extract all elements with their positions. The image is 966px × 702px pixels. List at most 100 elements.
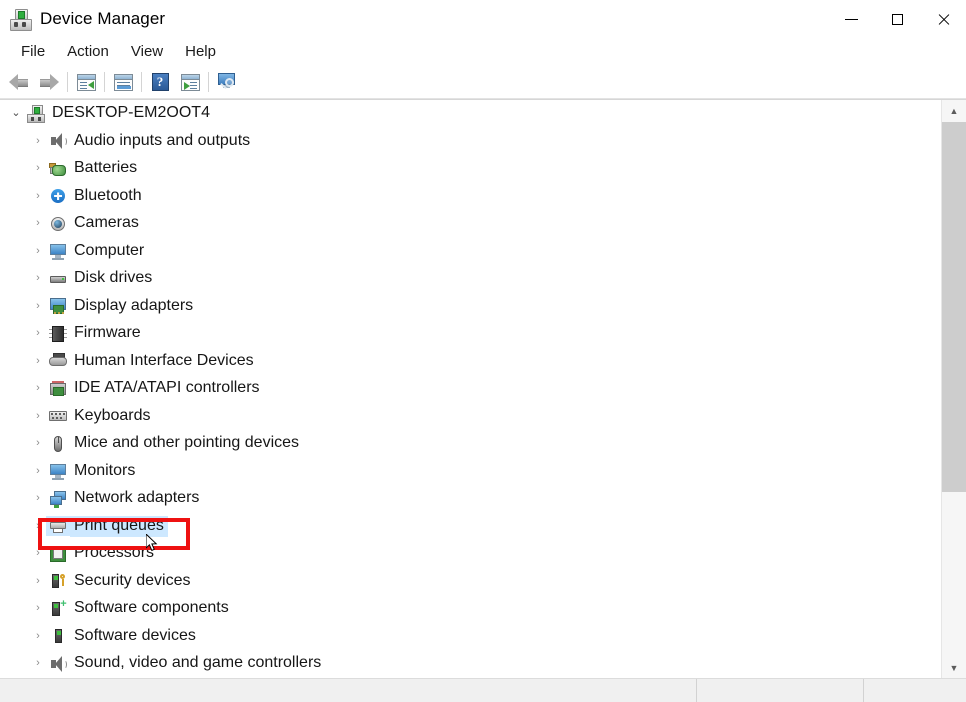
back-button[interactable] [4,68,34,96]
tree-item-security-devices[interactable]: › Security devices [0,568,941,596]
tree-item-print-queues[interactable]: › Print queues [0,513,941,541]
menu-item-file[interactable]: File [10,41,56,63]
chevron-right-icon[interactable]: › [30,438,46,449]
tree-item-bluetooth[interactable]: › 🞦 Bluetooth [0,183,941,211]
chevron-right-icon[interactable]: › [30,603,46,614]
software-component-icon: + [46,598,70,619]
tree-item-cameras[interactable]: › Cameras [0,210,941,238]
tree-item-disk-drives[interactable]: › Disk drives [0,265,941,293]
tree-item-processors[interactable]: › Processors [0,540,941,568]
keyboard-icon [46,406,70,426]
minimize-button[interactable] [828,0,874,38]
chevron-right-icon[interactable]: › [30,630,46,642]
tree-item-human-interface-devices[interactable]: › Human Interface Devices [0,348,941,376]
chevron-right-icon[interactable]: › [30,658,46,669]
tree-item-monitors[interactable]: › Monitors [0,458,941,486]
device-manager-icon [9,8,32,31]
tree-item-audio-inputs-and-outputs[interactable]: › Audio inputs and outputs [0,128,941,156]
device-tree[interactable]: ⌄ DESKTOP-EM2OOT4 › Audio inputs and out… [0,100,941,678]
monitor-icon [46,241,70,261]
status-pane-1 [0,679,696,702]
chevron-right-icon[interactable]: › [30,355,46,367]
scrollbar-thumb[interactable] [942,122,966,492]
chevron-right-icon[interactable]: › [30,328,46,339]
network-adapter-icon [46,489,70,509]
tree-item-ide-ata-atapi-controllers[interactable]: › IDE ATA/ATAPI controllers [0,375,941,403]
chevron-down-icon: ▼ [949,663,959,673]
firmware-chip-icon [46,324,70,344]
hid-icon [46,351,70,371]
scroll-up-button[interactable]: ▲ [942,100,966,122]
chevron-right-icon[interactable]: › [30,163,46,174]
maximize-button[interactable] [874,0,920,38]
help-button[interactable]: ? [145,68,175,96]
tree-item-software-devices[interactable]: › Software devices [0,623,941,651]
tree-item-label: Cameras [74,214,139,232]
battery-icon [46,159,70,179]
display-adapter-icon [46,296,70,316]
title-bar: Device Manager [0,0,966,38]
toolbar-separator [141,72,142,92]
properties-button[interactable] [108,68,138,96]
camera-icon [46,214,70,234]
vertical-scrollbar[interactable]: ▲ ▼ [941,100,966,678]
tree-item-label: DESKTOP-EM2OOT4 [52,104,210,122]
tree-item-label: Software components [74,599,229,617]
tree-item-software-components[interactable]: › + Software components [0,595,941,623]
window-controls [828,0,966,38]
tree-item-firmware[interactable]: › Firmware [0,320,941,348]
monitor-icon [46,461,70,481]
show-hide-console-tree-button[interactable] [71,68,101,96]
device-tree-panel: ⌄ DESKTOP-EM2OOT4 › Audio inputs and out… [0,99,966,678]
toolbar-separator [104,72,105,92]
chevron-right-icon[interactable]: › [30,465,46,477]
status-pane-2 [696,679,863,702]
tree-item-label: Disk drives [74,269,153,287]
tree-item-root-computer[interactable]: ⌄ DESKTOP-EM2OOT4 [0,100,941,128]
chevron-right-icon[interactable]: › [30,493,46,504]
chevron-right-icon[interactable]: › [30,273,46,284]
chevron-right-icon[interactable]: › [30,575,46,587]
chevron-up-icon: ▲ [949,106,959,116]
toolbar: ? [0,66,966,99]
chevron-right-icon[interactable]: › [30,300,46,312]
chevron-right-icon[interactable]: › [30,135,46,147]
chevron-right-icon[interactable]: › [30,548,46,559]
tree-item-label: Security devices [74,571,191,589]
scan-for-hardware-changes-button[interactable] [212,68,242,96]
forward-button[interactable] [34,68,64,96]
chevron-right-icon[interactable]: › [30,520,46,532]
tree-item-batteries[interactable]: › Batteries [0,155,941,183]
chevron-right-icon[interactable]: › [30,383,46,394]
security-device-icon [46,571,70,591]
disk-drive-icon [46,269,70,289]
menu-item-help[interactable]: Help [174,41,227,63]
tree-item-computer[interactable]: › Computer [0,238,941,266]
tree-item-label: Print queues [70,515,168,537]
chevron-right-icon[interactable]: › [30,218,46,229]
tree-item-mice-and-other-pointing-devices[interactable]: › Mice and other pointing devices [0,430,941,458]
chevron-right-icon[interactable]: › [30,245,46,257]
tree-item-label: Computer [74,241,145,259]
tree-item-label: Firmware [74,324,141,342]
chevron-down-icon[interactable]: ⌄ [8,108,24,119]
processor-icon [46,544,70,564]
chevron-right-icon[interactable]: › [30,410,46,422]
menu-item-action[interactable]: Action [56,41,120,63]
close-button[interactable] [920,0,966,38]
tree-item-label: Human Interface Devices [74,351,254,369]
tree-item-display-adapters[interactable]: › Display adapters [0,293,941,321]
chevron-right-icon[interactable]: › [30,190,46,202]
update-driver-button[interactable] [175,68,205,96]
tree-item-label: Network adapters [74,489,200,507]
mouse-icon [46,434,70,454]
menu-item-view[interactable]: View [120,41,174,63]
tree-item-sound-video-and-game-controllers[interactable]: › Sound, video and game controllers [0,650,941,678]
minimize-icon [844,18,858,20]
speaker-icon [46,654,70,674]
forward-arrow-icon [39,74,59,90]
tree-item-keyboards[interactable]: › Keyboards [0,403,941,431]
scroll-down-button[interactable]: ▼ [942,657,966,678]
tree-item-network-adapters[interactable]: › Network adapters [0,485,941,513]
tree-item-label: Display adapters [74,296,194,314]
